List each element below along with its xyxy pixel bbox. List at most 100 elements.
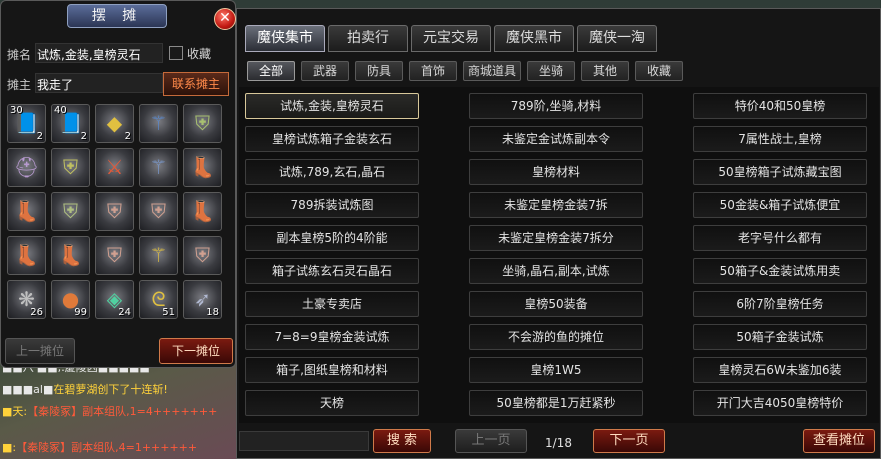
item-slot[interactable]: 👢: [183, 148, 222, 187]
stall-entry[interactable]: 皇榜试炼箱子金装玄石: [245, 126, 419, 152]
stall-entry[interactable]: 老字号什么都有: [693, 225, 867, 251]
stall-entry[interactable]: 特价40和50皇榜: [693, 93, 867, 119]
tab-0[interactable]: 魔侠集市: [245, 25, 325, 52]
search-button[interactable]: 搜 索: [373, 429, 431, 453]
boots-icon: 👢: [58, 243, 83, 267]
stall-title: 摆 摊: [67, 4, 167, 28]
stall-name-value: 试炼,金装,皇榜灵石: [37, 48, 141, 62]
stall-entry[interactable]: 6阶7阶皇榜任务: [693, 291, 867, 317]
item-grid: 📘 30 2 📘 40 2 ◆ 2 ⚚ ⛨ ⛑ ⛨ ⚔ ⚚ 👢 👢 ⛨ ⛨ ⛨ 👢 👢 👢 ⛨ ⚚ ⛨ ❋ 26 ● 99 ◈ 24 ᘓ 51 ➶…: [7, 104, 231, 322]
item-slot[interactable]: ⚔: [95, 148, 134, 187]
item-slot[interactable]: 👢: [7, 192, 46, 231]
stall-entry[interactable]: 箱子,图纸皇榜和材料: [245, 357, 419, 383]
stall-list: 试炼,金装,皇榜灵石 789阶,坐骑,材料 特价40和50皇榜 皇榜试炼箱子金装玄石未…: [239, 87, 879, 423]
stall-entry[interactable]: 不会游的鱼的摊位: [469, 324, 643, 350]
armor-icon: ⛨: [151, 199, 166, 223]
filter-5[interactable]: 坐骑: [527, 61, 575, 81]
item-slot[interactable]: 📘 30 2: [7, 104, 46, 143]
item-slot[interactable]: ᘓ 51: [139, 280, 178, 319]
item-slot[interactable]: 📘 40 2: [51, 104, 90, 143]
item-slot[interactable]: 👢: [51, 236, 90, 275]
stall-entry[interactable]: 789阶,坐骑,材料: [469, 93, 643, 119]
market-panel: 魔侠集市 拍卖行 元宝交易 魔侠黑市 魔侠一淘 全部 武器 防具 首饰 商城道具 坐骑 其他 收藏 试…: [236, 8, 881, 459]
item-slot[interactable]: ⚚: [139, 236, 178, 275]
item-slot[interactable]: ⛨: [51, 192, 90, 231]
tab-3[interactable]: 魔侠黑市: [494, 25, 574, 52]
item-slot[interactable]: ◆ 2: [95, 104, 134, 143]
item-slot[interactable]: ⚚: [139, 104, 178, 143]
stall-entry[interactable]: 7属性战士,皇榜: [693, 126, 867, 152]
stall-entry[interactable]: 试炼,金装,皇榜灵石: [245, 93, 419, 119]
stall-owner-label: 摊主: [7, 78, 32, 92]
item-slot[interactable]: ⛨: [183, 236, 222, 275]
filter-7[interactable]: 收藏: [635, 61, 683, 81]
stall-entry[interactable]: 副本皇榜5阶的4阶能: [245, 225, 419, 251]
item-count: 99: [74, 307, 87, 318]
stall-entry[interactable]: 土豪专卖店: [245, 291, 419, 317]
item-slot[interactable]: 👢: [7, 236, 46, 275]
prev-stall-button[interactable]: 上一摊位: [5, 338, 75, 364]
stall-panel: 摆 摊 ✕ 摊名 试炼,金装,皇榜灵石 收藏 摊主 我走了 联系摊主 📘 30 2 📘…: [0, 0, 236, 368]
item-slot[interactable]: ◈ 24: [95, 280, 134, 319]
stall-entry[interactable]: 未鉴定皇榜金装7拆分: [469, 225, 643, 251]
stall-entry[interactable]: 789拆装试炼图: [245, 192, 419, 218]
armor-icon: ⛨: [195, 111, 210, 135]
stall-entry[interactable]: 箱子试练玄石灵石晶石: [245, 258, 419, 284]
item-slot[interactable]: ⛨: [95, 192, 134, 231]
item-slot[interactable]: ⛨: [183, 104, 222, 143]
item-slot[interactable]: ⛑: [7, 148, 46, 187]
stall-entry[interactable]: 开门大吉4050皇榜特价: [693, 390, 867, 416]
stall-entry[interactable]: 皇榜灵石6W未鉴加6装: [693, 357, 867, 383]
stall-entry[interactable]: 未鉴定皇榜金装7拆: [469, 192, 643, 218]
chat-line: ■■■al■在碧萝湖创下了十连斩!: [2, 383, 168, 396]
stall-entry[interactable]: 未鉴定金试炼副本令: [469, 126, 643, 152]
contact-owner-button[interactable]: 联系摊主: [163, 72, 229, 96]
stall-entry[interactable]: 天榜: [245, 390, 419, 416]
item-slot[interactable]: ● 99: [51, 280, 90, 319]
view-stall-button[interactable]: 查看摊位: [803, 429, 875, 453]
boots-icon: 👢: [190, 199, 215, 223]
stall-entry[interactable]: 7=8=9皇榜金装试炼: [245, 324, 419, 350]
filter-3[interactable]: 首饰: [409, 61, 457, 81]
boots-icon: 👢: [14, 243, 39, 267]
stall-entry[interactable]: 50箱子&金装试炼用卖: [693, 258, 867, 284]
item-count: 2: [124, 131, 131, 142]
stall-entry[interactable]: 皇榜50装备: [469, 291, 643, 317]
tab-2[interactable]: 元宝交易: [411, 25, 491, 52]
tab-1[interactable]: 拍卖行: [328, 25, 408, 52]
item-slot[interactable]: ⛨: [51, 148, 90, 187]
chat-background: ■■八'■■,:慶陵凶■■■■■ ■■■al■在碧萝湖创下了十连斩! ■天:【秦…: [0, 355, 240, 459]
stall-entry[interactable]: 皇榜1W5: [469, 357, 643, 383]
tab-4[interactable]: 魔侠一淘: [577, 25, 657, 52]
favorite-checkbox[interactable]: [169, 46, 183, 60]
stall-entry[interactable]: 坐骑,晶石,副本,试炼: [469, 258, 643, 284]
stall-entry[interactable]: 皇榜材料: [469, 159, 643, 185]
filter-0[interactable]: 全部: [247, 61, 295, 81]
filter-4[interactable]: 商城道具: [463, 61, 521, 81]
prev-page-button[interactable]: 上一页: [455, 429, 527, 453]
item-slot[interactable]: 👢: [183, 192, 222, 231]
close-icon[interactable]: ✕: [214, 8, 236, 30]
item-slot[interactable]: ⛨: [95, 236, 134, 275]
item-count: 26: [30, 307, 43, 318]
filter-1[interactable]: 武器: [301, 61, 349, 81]
stall-entry[interactable]: 50金装&箱子试炼便宜: [693, 192, 867, 218]
next-page-button[interactable]: 下一页: [593, 429, 665, 453]
filter-2[interactable]: 防具: [355, 61, 403, 81]
filter-6[interactable]: 其他: [581, 61, 629, 81]
armor-icon: ⛨: [107, 243, 122, 267]
stall-entry[interactable]: 50皇榜都是1万赶紧秒: [469, 390, 643, 416]
item-slot[interactable]: ⛨: [139, 192, 178, 231]
boots-icon: 👢: [190, 155, 215, 179]
next-stall-button[interactable]: 下一摊位: [159, 338, 233, 364]
chat-line: ■天:【秦陵冢】副本组队,1=4+++++++: [2, 405, 218, 418]
item-slot[interactable]: ➶ 18: [183, 280, 222, 319]
armor-icon: ⛨: [63, 155, 78, 179]
stall-entry[interactable]: 50皇榜箱子试炼藏宝图: [693, 159, 867, 185]
search-input[interactable]: [239, 431, 369, 451]
item-slot[interactable]: ⚚: [139, 148, 178, 187]
staff-icon: ⚚: [149, 155, 168, 179]
stall-entry[interactable]: 50箱子金装试炼: [693, 324, 867, 350]
stall-entry[interactable]: 试炼,789,玄石,晶石: [245, 159, 419, 185]
item-slot[interactable]: ❋ 26: [7, 280, 46, 319]
